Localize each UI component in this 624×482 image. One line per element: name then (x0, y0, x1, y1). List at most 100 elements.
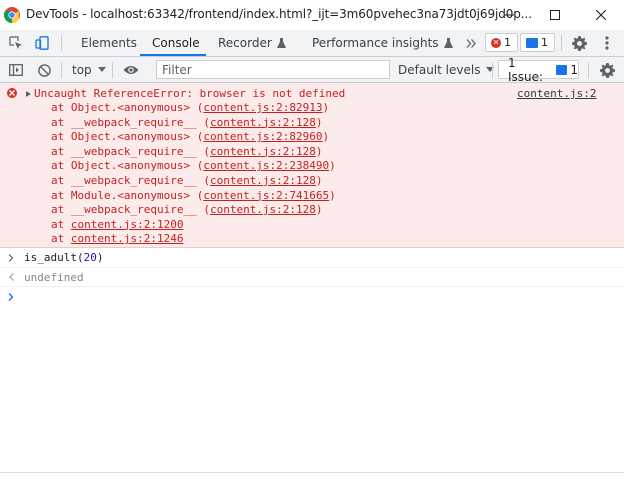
minimize-button[interactable] (486, 0, 532, 30)
tab-performance-insights[interactable]: Performance insights (312, 30, 453, 56)
error-count-badge[interactable]: ✕ 1 (485, 33, 518, 52)
tab-separator (561, 35, 562, 51)
frame-link[interactable]: content.js:2:238490 (203, 159, 329, 172)
caret-down-icon (97, 67, 106, 72)
stack-frame: at content.js:2:1246 (51, 232, 336, 247)
device-icon (35, 36, 49, 50)
more-options-button[interactable] (598, 34, 616, 52)
frame-link[interactable]: content.js:2:128 (210, 203, 316, 216)
frame-link[interactable]: content.js:2:82913 (203, 101, 322, 114)
command-text: is_adult(20) (24, 251, 104, 264)
toolbar-separator (492, 62, 493, 78)
console-settings-button[interactable] (598, 61, 616, 79)
frame-function: at Object.<anonymous> (51, 101, 197, 114)
message-icon (556, 64, 568, 75)
stack-frame: at __webpack_require__ (content.js:2:128… (51, 173, 323, 187)
horizontal-scrollbar[interactable] (0, 472, 624, 482)
minimize-icon (504, 14, 514, 16)
maximize-icon (550, 10, 560, 20)
issues-button[interactable]: 1 Issue: 1 (498, 56, 579, 84)
tab-recorder[interactable]: Recorder (218, 30, 286, 56)
stack-trace: at Object.<anonymous> (content.js:2:8291… (51, 101, 336, 247)
eye-icon (123, 66, 139, 74)
frame-function: at (51, 232, 71, 246)
frame-link[interactable]: content.js:2:82960 (203, 130, 322, 143)
console-prompt[interactable] (0, 287, 624, 307)
result-text: undefined (24, 271, 84, 284)
frame-function: at __webpack_require__ (51, 144, 204, 158)
command-argument: 20 (83, 251, 97, 264)
stack-frame: at Object.<anonymous> (content.js:2:8296… (51, 130, 330, 144)
toolbar-separator (112, 62, 113, 78)
error-icon: ✕ (491, 37, 501, 48)
frame-link[interactable]: content.js:2:741665 (203, 189, 329, 202)
issues-label: 1 Issue: (508, 55, 544, 84)
toolbar-separator (61, 62, 62, 78)
tab-separator (61, 35, 62, 51)
stack-frame: at content.js:2:1200 (51, 218, 336, 233)
error-icon (7, 88, 17, 98)
tab-elements[interactable]: Elements (81, 30, 137, 56)
caret-down-icon (486, 67, 495, 72)
close-icon (596, 10, 606, 20)
tab-console-label: Console (152, 36, 200, 50)
flask-icon (276, 38, 286, 48)
frame-function: at Module.<anonymous> (51, 188, 197, 202)
frame-link[interactable]: content.js:2:1200 (71, 218, 184, 231)
message-count: 1 (541, 36, 548, 49)
inspect-element-button[interactable] (7, 34, 25, 52)
error-count: 1 (504, 36, 511, 49)
frame-function: at Object.<anonymous> (51, 159, 197, 173)
stack-frame: at Object.<anonymous> (content.js:2:2384… (51, 159, 336, 173)
stack-frame: at __webpack_require__ (content.js:2:128… (51, 144, 323, 158)
command-function: is_adult (24, 251, 77, 264)
chrome-logo-icon (4, 7, 20, 23)
message-icon (526, 37, 538, 48)
clear-console-button[interactable] (35, 61, 53, 79)
issues-count: 1 (570, 62, 578, 77)
log-levels-dropdown[interactable]: Default levels (398, 57, 495, 82)
frame-link[interactable]: content.js:2:1246 (71, 232, 184, 245)
chevron-double-right-icon (466, 38, 476, 48)
window-title: DevTools - localhost:63342/frontend/inde… (26, 7, 532, 21)
console-input-row[interactable]: is_adult(20) (0, 248, 624, 268)
tab-console[interactable]: Console (152, 30, 200, 56)
console-result-row[interactable]: undefined (0, 268, 624, 287)
error-text: Uncaught ReferenceError: browser is not … (34, 87, 346, 100)
console-toolbar: top Default levels 1 Issue: 1 (0, 56, 624, 84)
frame-function: at __webpack_require__ (51, 115, 204, 129)
error-message[interactable]: Uncaught ReferenceError: browser is not … (0, 83, 624, 248)
frame-function: at __webpack_require__ (51, 173, 204, 187)
error-source-link[interactable]: content.js:2 (517, 87, 596, 100)
live-expression-button[interactable] (121, 61, 141, 79)
active-tab-indicator (140, 54, 206, 56)
maximize-button[interactable] (532, 0, 578, 30)
stack-frame: at Object.<anonymous> (content.js:2:8291… (51, 101, 330, 114)
context-label: top (72, 62, 92, 77)
toolbar-separator (588, 62, 589, 78)
context-selector[interactable]: top (72, 57, 106, 82)
gear-icon (599, 62, 615, 78)
filter-input[interactable] (156, 60, 390, 79)
stack-frame: at __webpack_require__ (content.js:2:128… (51, 115, 323, 129)
tab-recorder-label: Recorder (218, 36, 272, 50)
sidebar-icon (9, 64, 23, 76)
chevron-right-icon (8, 254, 14, 262)
message-count-badge[interactable]: 1 (520, 33, 555, 52)
stack-frame: at Module.<anonymous> (content.js:2:7416… (51, 188, 336, 202)
show-sidebar-button[interactable] (7, 61, 25, 79)
more-tabs-button[interactable] (463, 34, 479, 52)
close-window-button[interactable] (578, 0, 624, 30)
frame-function: at __webpack_require__ (51, 203, 204, 217)
settings-button[interactable] (570, 34, 588, 52)
devtools-tab-bar: Elements Console Recorder Performance in… (0, 30, 624, 57)
device-toolbar-button[interactable] (33, 34, 51, 52)
expand-triangle-icon[interactable] (26, 91, 31, 97)
tab-performance-insights-label: Performance insights (312, 36, 439, 50)
frame-function: at (51, 217, 71, 231)
frame-link[interactable]: content.js:2:128 (210, 116, 316, 129)
frame-link[interactable]: content.js:2:128 (210, 174, 316, 187)
frame-link[interactable]: content.js:2:128 (210, 145, 316, 158)
frame-function: at Object.<anonymous> (51, 130, 197, 144)
log-levels-label: Default levels (398, 62, 481, 77)
